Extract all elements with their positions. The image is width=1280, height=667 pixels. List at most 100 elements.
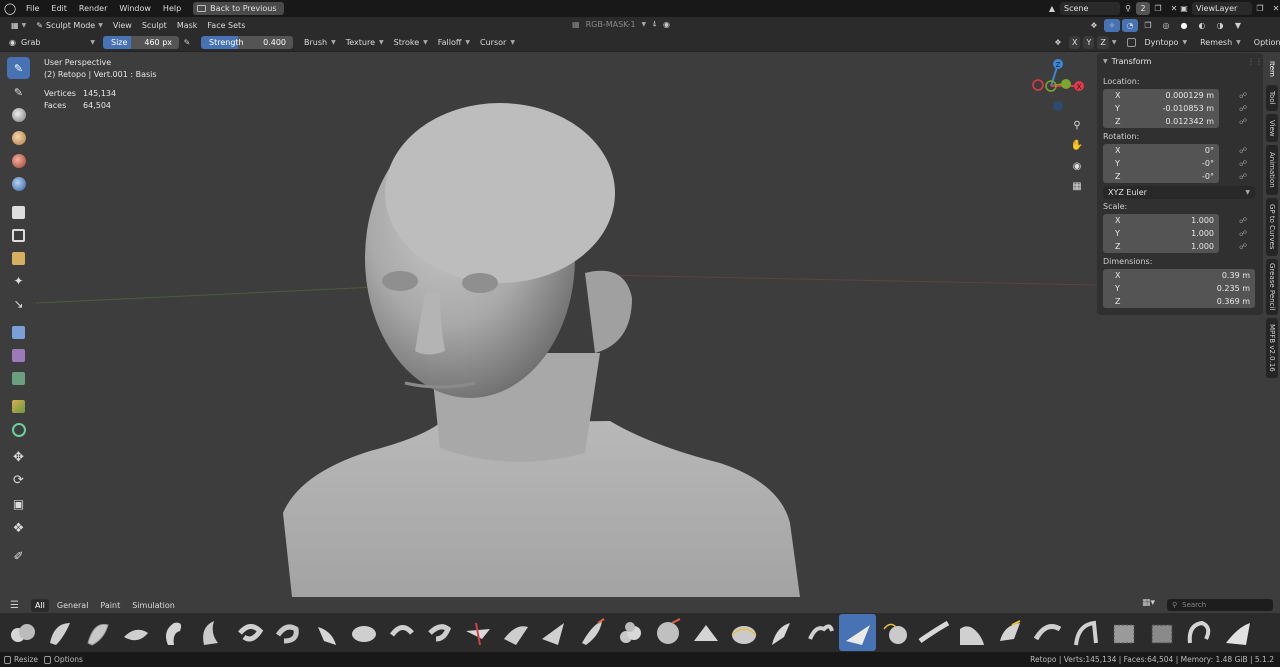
lock-icon[interactable]: ☍ (1239, 104, 1247, 113)
tool-mask-by-color[interactable] (7, 419, 30, 441)
menu-sculpt[interactable]: Sculpt (137, 19, 172, 32)
shading-options-icon[interactable]: ▼ (1230, 19, 1246, 32)
brush-thumbnail[interactable] (839, 614, 876, 651)
navigation-gizmo[interactable]: Z X (1026, 55, 1090, 119)
xray-icon[interactable]: ❐ (1140, 19, 1156, 32)
brush-selector[interactable]: ◉ Grab ▼ (4, 36, 100, 49)
brush-thumbnail[interactable] (459, 614, 496, 651)
lock-icon[interactable]: ☍ (1239, 159, 1247, 168)
lock-icon[interactable]: ☍ (1239, 117, 1247, 126)
brush-thumbnail[interactable] (915, 614, 952, 651)
brush-thumbnail[interactable] (193, 614, 230, 651)
strength-slider[interactable]: Strength 0.400 (201, 36, 293, 49)
tool-multires-displacement[interactable] (7, 150, 30, 172)
stroke-menu[interactable]: Stroke ▼ (388, 36, 433, 49)
lock-icon[interactable]: ☍ (1239, 172, 1247, 181)
brush-menu[interactable]: Brush ▼ (299, 36, 341, 49)
brush-thumbnail[interactable] (79, 614, 116, 651)
menu-file[interactable]: File (20, 0, 45, 17)
dimensions-y-field[interactable]: Y 0.235 m (1103, 282, 1255, 295)
brush-thumbnail[interactable] (231, 614, 268, 651)
shelf-tab-simulation[interactable]: Simulation (128, 599, 179, 612)
remesh-menu[interactable]: Remesh ▼ (1195, 36, 1246, 49)
tool-smear[interactable] (7, 173, 30, 195)
shading-material-icon[interactable]: ◐ (1194, 19, 1210, 32)
gizmo-neg-x[interactable] (1032, 79, 1044, 91)
brush-thumbnail[interactable] (41, 614, 78, 651)
lock-icon[interactable]: ☍ (1239, 146, 1247, 155)
brush-thumbnail[interactable] (1181, 614, 1218, 651)
tool-box-hide[interactable] (7, 224, 30, 246)
new-scene-icon[interactable]: ❐ (1150, 2, 1166, 15)
dyntopo-checkbox[interactable] (1127, 38, 1137, 47)
hamburger-menu-icon[interactable]: ☰ (10, 600, 19, 611)
mode-dropdown[interactable]: ✎ Sculpt Mode ▼ (31, 19, 108, 32)
shading-solid-icon[interactable]: ● (1176, 19, 1192, 32)
brush-thumbnail[interactable] (269, 614, 306, 651)
brush-thumbnail[interactable] (345, 614, 382, 651)
symmetry-x-toggle[interactable]: X (1069, 36, 1081, 49)
view-layer-field[interactable]: ViewLayer (1192, 2, 1252, 15)
menu-help[interactable]: Help (157, 0, 187, 17)
symmetry-y-toggle[interactable]: Y (1083, 36, 1095, 49)
shelf-search-input[interactable]: ⚲ Search (1167, 599, 1273, 611)
lock-icon[interactable]: ☍ (1239, 229, 1247, 238)
overlay-toggle-icon[interactable]: ◔ (1122, 19, 1138, 32)
brush-thumbnail[interactable] (687, 614, 724, 651)
shading-wireframe-icon[interactable]: ◎ (1158, 19, 1174, 32)
scene-selector[interactable]: ▲ Scene ⚲ 2 ❐ ✕ (1044, 2, 1182, 15)
shelf-tab-paint[interactable]: Paint (96, 599, 124, 612)
dimensions-x-field[interactable]: X 0.39 m (1103, 269, 1255, 282)
menu-edit[interactable]: Edit (45, 0, 73, 17)
pin-icon[interactable]: ⚲ (1120, 2, 1136, 15)
new-view-layer-icon[interactable]: ❐ (1252, 2, 1268, 15)
brush-thumbnail[interactable] (877, 614, 914, 651)
gizmo-neg-z[interactable] (1053, 101, 1063, 111)
brush-thumbnail[interactable] (117, 614, 154, 651)
orientation-icon[interactable]: ⍋ (652, 19, 657, 29)
tool-move[interactable]: ✥ (7, 446, 30, 468)
tool-line-project[interactable]: ↘ (7, 293, 30, 315)
camera-view-icon[interactable]: ◉ (1068, 157, 1086, 175)
tool-paint[interactable]: ✎ (7, 81, 30, 103)
scale-z-field[interactable]: Z 1.000 (1103, 240, 1219, 253)
viewport-3d[interactable] (0, 53, 1280, 597)
brush-thumbnail[interactable] (1105, 614, 1142, 651)
location-y-field[interactable]: Y -0.010853 m (1103, 102, 1219, 115)
transform-panel-header[interactable]: ▼ Transform (1103, 57, 1151, 66)
tool-annotate[interactable]: ✐ (7, 545, 30, 567)
tool-color-filter[interactable] (7, 367, 30, 389)
brush-thumbnail[interactable] (497, 614, 534, 651)
tab-grease-pencil[interactable]: Grease Pencil (1266, 259, 1278, 315)
tool-box-face-set[interactable] (7, 247, 30, 269)
menu-view[interactable]: View (108, 19, 137, 32)
texture-menu[interactable]: Texture ▼ (340, 36, 389, 49)
dyntopo-menu[interactable]: Dyntopo ▼ (1139, 36, 1193, 49)
menu-window[interactable]: Window (113, 0, 157, 17)
blender-logo-icon[interactable]: ◯ (0, 0, 20, 17)
pan-hand-icon[interactable]: ✋ (1068, 136, 1086, 154)
size-pressure-icon[interactable]: ✎ (179, 36, 195, 49)
shelf-tab-all[interactable]: All (30, 598, 49, 612)
menu-render[interactable]: Render (73, 0, 113, 17)
snap-icon[interactable]: ◉ (663, 20, 670, 29)
brush-thumbnail[interactable] (1143, 614, 1180, 651)
perspective-toggle-icon[interactable]: ▦ (1068, 177, 1086, 195)
tool-rotate[interactable]: ⟳ (7, 469, 30, 491)
brush-thumbnail[interactable] (535, 614, 572, 651)
tool-draw-face-sets[interactable] (7, 127, 30, 149)
brush-thumbnail[interactable] (801, 614, 838, 651)
display-settings-icon[interactable]: ▦▾ (1142, 598, 1155, 608)
tab-gp-to-curves[interactable]: GP to Curves (1266, 198, 1278, 256)
tool-scale[interactable]: ▣ (7, 493, 30, 515)
chevron-down-icon[interactable]: ▼ (1112, 39, 1117, 46)
scene-name-field[interactable]: Scene (1060, 2, 1120, 15)
tab-item[interactable]: Item (1266, 56, 1278, 82)
selectability-icon[interactable]: ❖ (1086, 19, 1102, 32)
brush-thumbnail[interactable] (3, 614, 40, 651)
back-to-previous-button[interactable]: Back to Previous (193, 2, 284, 15)
brush-thumbnail[interactable] (763, 614, 800, 651)
editor-type-dropdown[interactable]: ▦ ▼ (6, 19, 31, 32)
brush-thumbnail[interactable] (953, 614, 990, 651)
tool-box-mask[interactable] (7, 201, 30, 223)
